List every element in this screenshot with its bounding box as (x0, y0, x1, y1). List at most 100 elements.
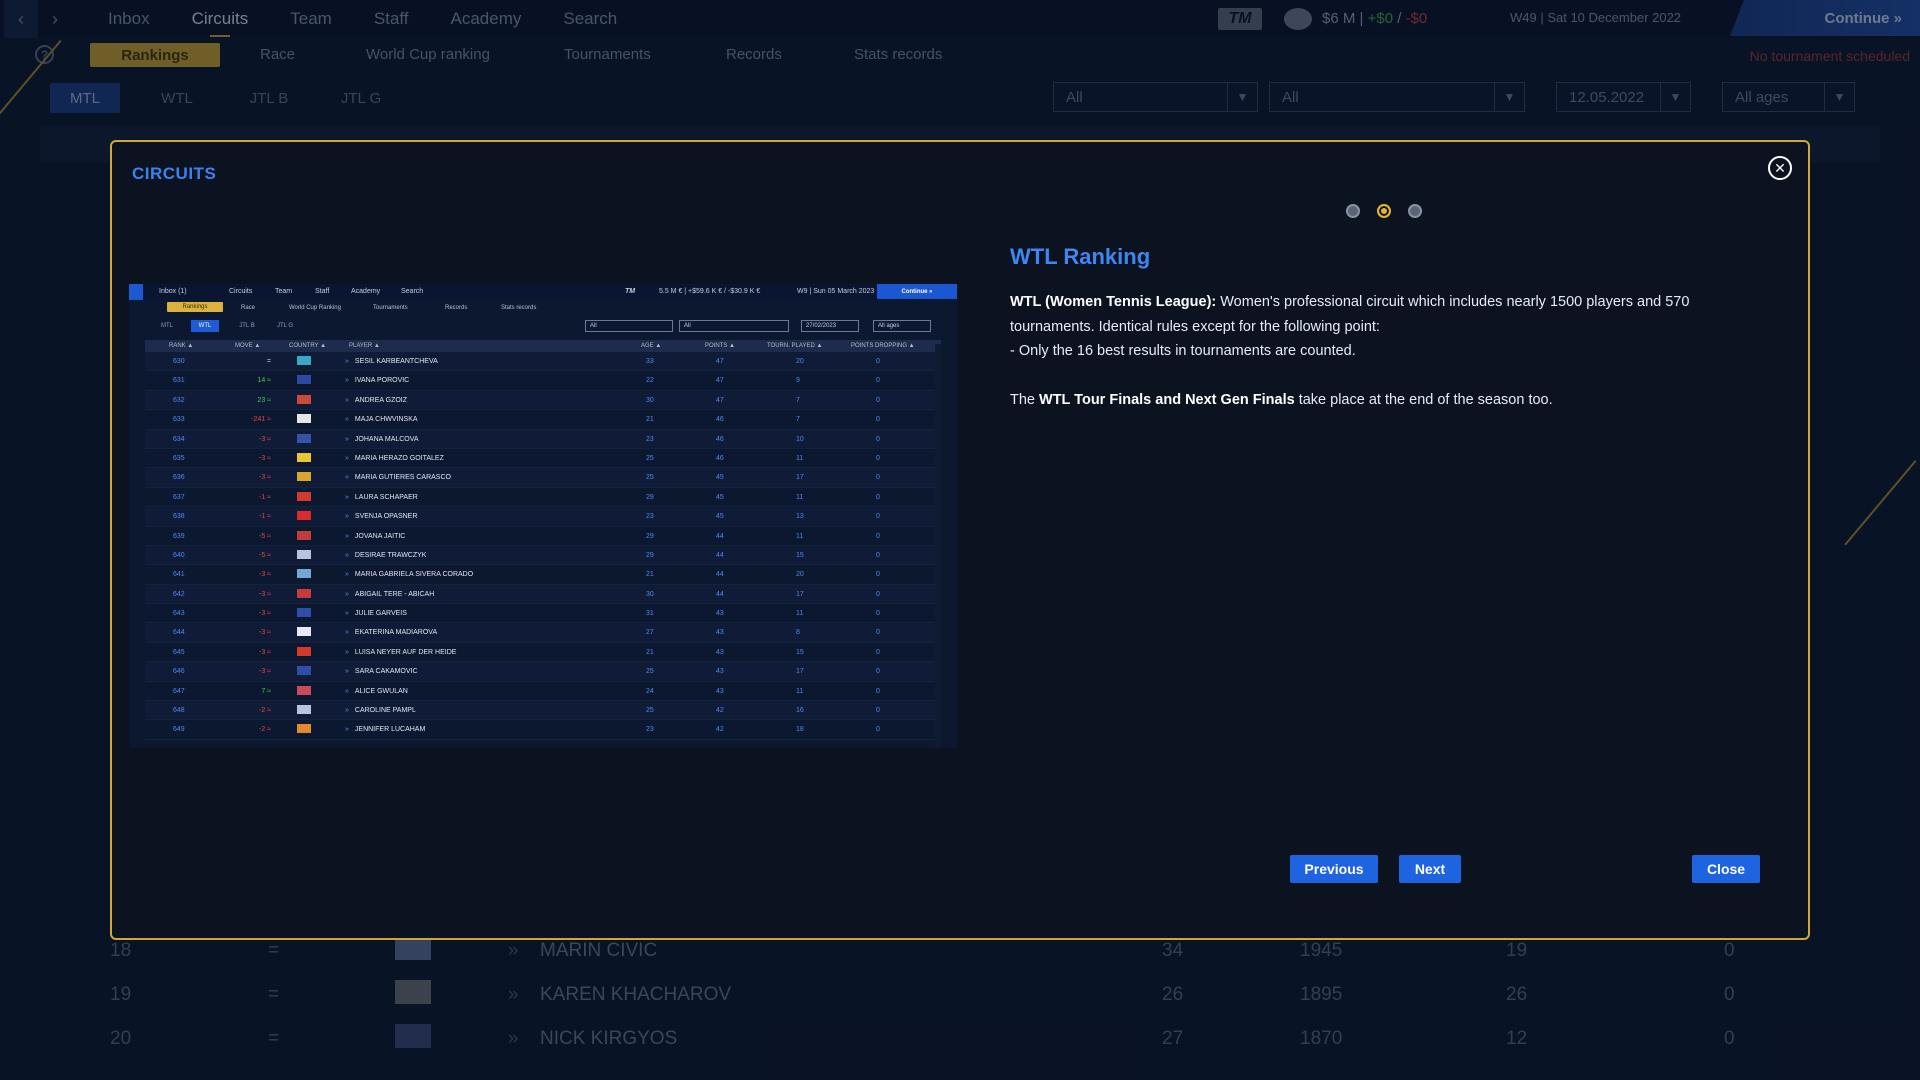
mini-row-player: ABIGAIL TERE - ABICAH (345, 591, 434, 598)
flag-icon (297, 356, 311, 365)
mini-row-played: 17 (796, 590, 804, 598)
slide-description: WTL (Women Tennis League): Women's profe… (1010, 290, 1750, 436)
mini-row-player: MARIA GABRIELA SIVERA CORADO (345, 571, 473, 578)
mini-row-age: 25 (646, 474, 654, 482)
flag-icon (297, 588, 311, 598)
mini-tm-logo: TM (625, 288, 636, 295)
mini-row-points: 45 (716, 513, 724, 521)
description-paragraph-1: WTL (Women Tennis League): Women's profe… (1010, 290, 1750, 364)
mini-row-move: = (266, 358, 271, 365)
close-button[interactable]: Close (1692, 855, 1760, 883)
flag-icon (297, 646, 311, 656)
mini-row-dropping: 0 (876, 707, 880, 715)
mini-row-dropping: 0 (876, 590, 880, 598)
mini-table-row: 642 -3 ≈ ABIGAIL TERE - ABICAH 30 44 17 0 (145, 584, 941, 605)
mini-row-dropping: 0 (876, 358, 880, 365)
mini-nav-inbox: Inbox (1) (159, 288, 187, 295)
mini-filter-age: All ages (873, 320, 931, 332)
mini-money: 5.5 M € | +$59.6 K € / -$30.9 K € (659, 288, 761, 295)
mini-table-row: 649 -2 ≈ JENNIFER LUCAHAM 23 42 18 0 (145, 720, 941, 740)
mini-table-header: RANK ▲ MOVE ▲ COUNTRY ▲ PLAYER ▲ AGE ▲ P… (145, 340, 941, 352)
mini-row-dropping: 0 (876, 687, 880, 695)
flag-icon (297, 569, 311, 579)
mini-filter-1: All (585, 320, 673, 332)
flag-icon (297, 549, 311, 559)
back-arrow-icon (129, 284, 143, 300)
mini-row-age: 30 (646, 590, 654, 598)
mini-row-age: 29 (646, 493, 654, 501)
mini-col-played: TOURN. PLAYED ▲ (767, 343, 823, 349)
mini-row-played: 15 (796, 648, 804, 656)
mini-row-age: 23 (646, 726, 654, 734)
mini-row-move: -3 ≈ (258, 454, 271, 462)
mini-subnav-stats: Stats records (501, 305, 537, 311)
description-paragraph-2: The WTL Tour Finals and Next Gen Finals … (1010, 388, 1750, 413)
mini-row-player: MARIA GUTIERES CARASCO (345, 474, 451, 481)
mini-filter-date: 27/02/2023 (801, 320, 859, 332)
mini-table-row: 633 -241 ≈ MAJA CHWVINSKA 21 46 7 0 (145, 410, 941, 430)
mini-row-points: 44 (716, 590, 724, 598)
mini-row-move: -3 ≈ (258, 571, 271, 579)
mini-row-dropping: 0 (876, 668, 880, 676)
mini-row-played: 18 (796, 726, 804, 734)
mini-row-rank: 646 (173, 668, 185, 676)
mini-col-country: COUNTRY ▲ (289, 343, 327, 349)
mini-row-points: 43 (716, 629, 724, 637)
mini-row-dropping: 0 (876, 726, 880, 734)
mini-row-points: 45 (716, 493, 724, 501)
mini-row-points: 47 (716, 358, 724, 365)
flag-icon (297, 724, 311, 734)
mini-row-move: -2 ≈ (258, 726, 271, 734)
mini-table-row: 643 -3 ≈ JULIE GARVEIS 31 43 11 0 (145, 604, 941, 624)
mini-table-row: 640 -5 ≈ DESIRAE TRAWCZYK 29 44 15 0 (145, 545, 941, 566)
mini-row-player: MARIA HERAZO GOITALEZ (345, 455, 444, 462)
mini-row-dropping: 0 (876, 454, 880, 462)
mini-row-player: JOHANA MALCOVA (345, 436, 419, 443)
flag-icon (297, 394, 311, 404)
flag-icon (297, 452, 311, 462)
mini-row-move: -3 ≈ (258, 610, 271, 618)
mini-row-played: 11 (796, 532, 804, 540)
mini-row-move: -1 ≈ (258, 493, 271, 501)
mini-col-player: PLAYER ▲ (349, 343, 380, 349)
page-dot-3[interactable] (1408, 204, 1422, 218)
slide-heading: WTL Ranking (1010, 244, 1151, 269)
mini-row-move: -2 ≈ (258, 707, 271, 715)
mini-row-player: JOVANA JAITIC (345, 533, 405, 540)
mini-table-row: 638 -1 ≈ SVENJA OPASNER 23 45 13 0 (145, 507, 941, 527)
mini-table-row: 635 -3 ≈ MARIA HERAZO GOITALEZ 25 46 11 0 (145, 449, 941, 469)
mini-subnav-race: Race (241, 305, 256, 311)
next-button[interactable]: Next (1399, 855, 1461, 883)
mini-row-move: -241 ≈ (251, 416, 271, 424)
mini-row-dropping: 0 (876, 610, 880, 618)
mini-row-played: 20 (796, 358, 804, 365)
mini-row-move: 23 ≈ (257, 396, 271, 404)
mini-row-dropping: 0 (876, 551, 880, 559)
page-dot-1[interactable] (1346, 204, 1360, 218)
mini-row-points: 44 (716, 551, 724, 559)
mini-tab-wtl: WTL (191, 320, 219, 332)
page-dot-2[interactable] (1377, 204, 1391, 218)
mini-row-played: 17 (796, 668, 804, 676)
mini-row-dropping: 0 (876, 377, 880, 385)
mini-row-played: 11 (796, 687, 804, 695)
mini-continue-button: Continue » (877, 284, 957, 299)
mini-row-played: 8 (796, 629, 800, 637)
flag-icon (297, 491, 311, 501)
mini-col-dropping: POINTS DROPPING ▲ (851, 343, 915, 349)
previous-button[interactable]: Previous (1290, 855, 1378, 883)
mini-row-player: MAJA CHWVINSKA (345, 416, 418, 423)
mini-col-age: AGE ▲ (641, 343, 662, 349)
mini-row-points: 45 (716, 474, 724, 482)
mini-row-rank: 644 (173, 629, 185, 637)
mini-row-age: 25 (646, 707, 654, 715)
mini-row-dropping: 0 (876, 532, 880, 540)
mini-row-move: -1 ≈ (258, 513, 271, 521)
mini-table-row: 630 = SESIL KARBEANTCHEVA 33 47 20 0 (145, 352, 941, 372)
mini-table-row: 645 -3 ≈ LUISA NEYER AUF DER HEIDE 21 43 15 0 (145, 643, 941, 663)
mini-tab-mtl: MTL (161, 323, 173, 329)
mini-row-played: 16 (796, 707, 804, 715)
mini-row-points: 46 (716, 435, 724, 443)
mini-row-move: -3 ≈ (258, 629, 271, 637)
close-icon[interactable]: ✕ (1768, 156, 1792, 180)
